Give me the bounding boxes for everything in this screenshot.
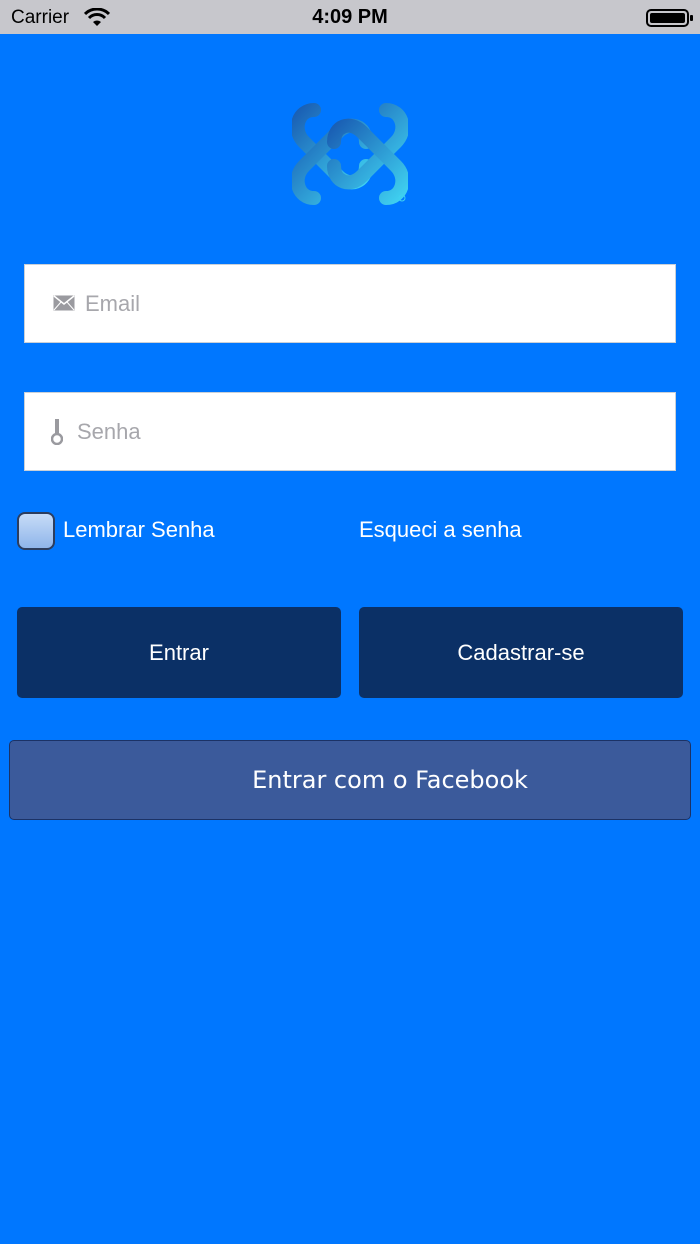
battery-icon bbox=[646, 8, 694, 33]
email-field[interactable] bbox=[24, 264, 676, 343]
key-icon bbox=[50, 419, 64, 450]
app-logo bbox=[290, 100, 410, 208]
password-input[interactable] bbox=[77, 393, 637, 470]
forgot-password-link[interactable]: Esqueci a senha bbox=[359, 517, 522, 543]
remember-password-checkbox[interactable] bbox=[17, 512, 55, 550]
login-button[interactable]: Entrar bbox=[17, 607, 341, 698]
email-input[interactable] bbox=[85, 265, 645, 342]
remember-password-label: Lembrar Senha bbox=[63, 517, 215, 542]
status-bar: Carrier 4:09 PM bbox=[0, 0, 700, 34]
clock: 4:09 PM bbox=[312, 6, 388, 28]
facebook-login-button[interactable]: Entrar com o Facebook bbox=[9, 740, 691, 820]
envelope-icon bbox=[53, 295, 75, 316]
password-field[interactable] bbox=[24, 392, 676, 471]
register-button[interactable]: Cadastrar-se bbox=[359, 607, 683, 698]
